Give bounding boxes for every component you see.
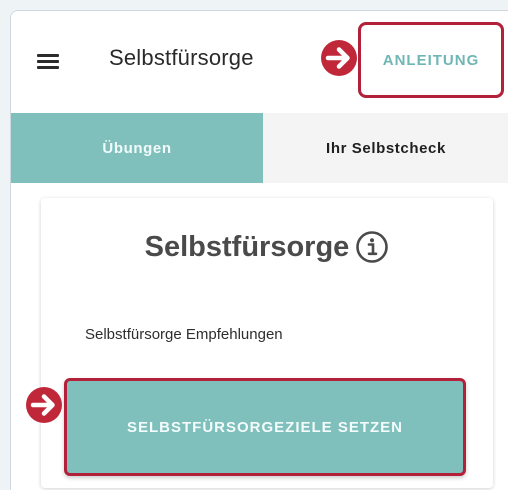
info-circle-icon[interactable] (355, 230, 389, 264)
card-title: Selbstfürsorge (144, 230, 350, 263)
set-selfcare-goals-button[interactable]: SELBSTFÜRSORGEZIELE SETZEN (64, 378, 466, 476)
guide-button[interactable]: ANLEITUNG (358, 22, 504, 98)
tab-selbstcheck[interactable]: Ihr Selbstcheck (263, 113, 508, 183)
arrow-right-circle-icon (26, 387, 62, 423)
tab-bar: Übungen Ihr Selbstcheck (11, 113, 508, 183)
selfcare-card: Selbstfürsorge Selbstfürsorge Empfehlung… (41, 198, 493, 488)
app-title: Selbstfürsorge (109, 45, 254, 70)
app-window: Selbstfürsorge ANLEITUNG Übungen Ihr Sel… (10, 10, 508, 490)
recommendations-label: Selbstfürsorge Empfehlungen (85, 326, 283, 343)
app-bar: Selbstfürsorge ANLEITUNG (11, 11, 508, 111)
tab-uebungen[interactable]: Übungen (11, 113, 263, 183)
arrow-right-circle-icon (321, 40, 357, 76)
hamburger-menu-icon[interactable] (37, 52, 59, 70)
card-header: Selbstfürsorge (41, 222, 493, 272)
